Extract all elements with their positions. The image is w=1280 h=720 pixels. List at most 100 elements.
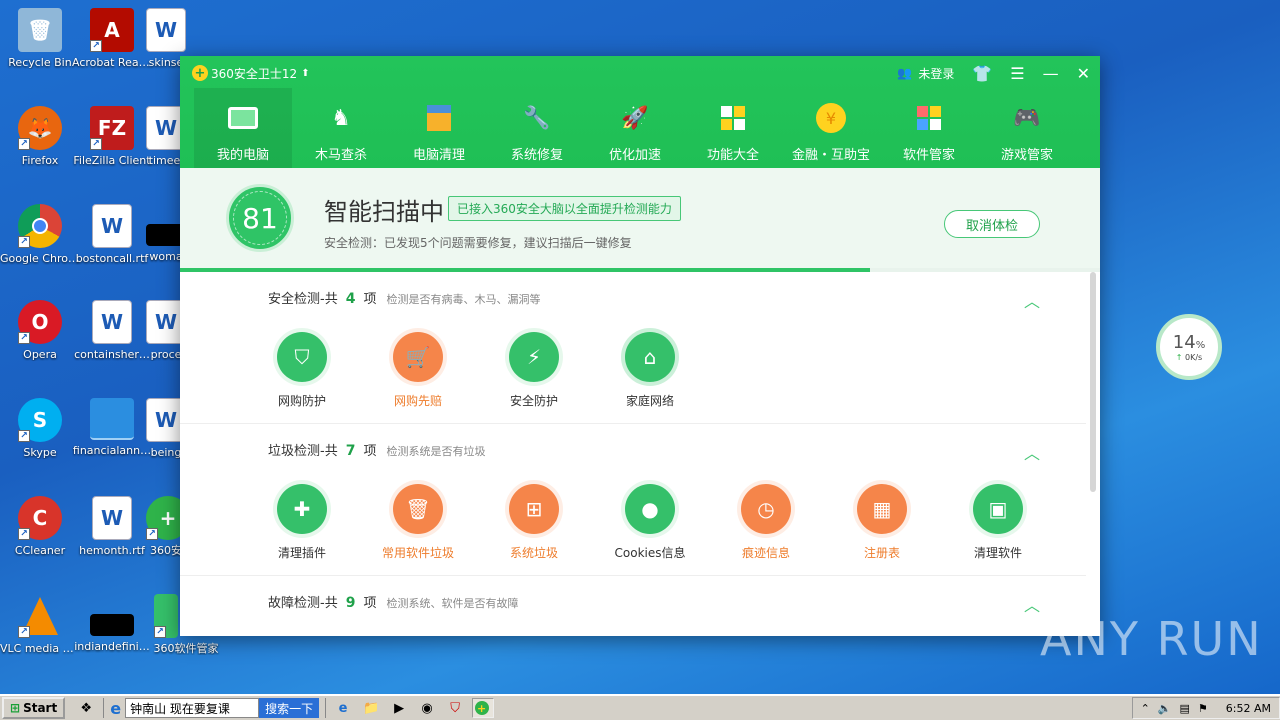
filezilla-icon: FZ ↗ [90, 106, 134, 150]
ie-icon[interactable]: e [110, 699, 121, 718]
desktop-icon-opera[interactable]: O ↗ Opera [0, 300, 80, 361]
check-item-registry[interactable]: ▦ 注册表 [824, 484, 940, 561]
check-item-software-junk[interactable]: 🗑 常用软件垃圾 [360, 484, 476, 561]
desktop-icon-skype[interactable]: S ↗ Skype [0, 398, 80, 459]
nav-system-repair[interactable]: 🔧 系统修复 [488, 88, 586, 168]
upgrade-arrow-icon[interactable]: ⬆ [301, 68, 309, 79]
check-item-label: 网购先赔 [393, 394, 442, 408]
taskbar-divider [103, 698, 105, 718]
nav-features[interactable]: 功能大全 [684, 88, 782, 168]
scan-tag: 已接入360安全大脑以全面提升检测能力 [448, 196, 681, 221]
desktop-icon-indiandefini[interactable]: indiandefini… [72, 594, 152, 653]
speaker-icon[interactable]: 🔈 [1158, 702, 1172, 715]
nav-label: 金融・互助宝 [791, 148, 870, 163]
desktop-icon-ccleaner[interactable]: C ↗ CCleaner [0, 496, 80, 557]
start-button[interactable]: ⊞ Start [2, 697, 66, 719]
desktop-icon-label: Opera [23, 348, 57, 361]
nav-label: 我的电脑 [216, 148, 269, 163]
check-item-label: 痕迹信息 [741, 546, 790, 560]
menu-icon[interactable]: ☰ [1010, 64, 1024, 83]
wrench-icon: 🔧 [523, 105, 551, 131]
rocket-icon: 🚀 [621, 105, 649, 131]
section-desc: 检测是否有病毒、木马、漏洞等 [386, 293, 541, 306]
computer-icon [227, 102, 259, 134]
speed-ball-widget[interactable]: 14% ↑ 0K/s [1156, 314, 1222, 380]
desktop-icon-vlc[interactable]: ↗ VLC media player [0, 594, 80, 655]
desktop-icon-recycle-bin[interactable]: 🗑 Recycle Bin [0, 8, 80, 69]
media-player-icon[interactable]: ▶ [388, 698, 410, 718]
clock[interactable]: 6:52 AM [1226, 702, 1271, 715]
check-item-traces[interactable]: ◷ 痕迹信息 [708, 484, 824, 561]
check-item-home-network[interactable]: ⌂ 家庭网络 [592, 332, 708, 409]
app-header: + 360安全卫士12 ⬆ 👥 未登录 👕 ☰ — ✕ 我的电脑 ♞ 木马查杀 [180, 56, 1100, 168]
desktop-icon-chrome[interactable]: ↗ Google Chrome [0, 204, 80, 265]
nav-label: 电脑清理 [412, 148, 465, 163]
desktop-icon-containsher[interactable]: W containsher… [72, 300, 152, 361]
nav-speedup[interactable]: 🚀 优化加速 [586, 88, 684, 168]
scrollbar[interactable] [1090, 272, 1096, 492]
speed-percent: 14 [1172, 332, 1196, 353]
check-item-cookies[interactable]: ● Cookies信息 [592, 484, 708, 561]
skin-shirt-icon[interactable]: 👕 [972, 64, 992, 83]
minimize-icon[interactable]: — [1043, 64, 1059, 83]
black-file-icon [90, 614, 134, 636]
title-bar: + 360安全卫士12 ⬆ 👥 未登录 👕 ☰ — ✕ [192, 62, 1090, 84]
ccleaner-icon: C ↗ [18, 496, 62, 540]
nav-cleanup[interactable]: 电脑清理 [390, 88, 488, 168]
desktop-icon-label: Recycle Bin [8, 56, 72, 69]
check-item-security-protect[interactable]: ⚡ 安全防护 [476, 332, 592, 409]
desktop-icon-label: VLC media player [0, 642, 80, 655]
desktop-icon-firefox[interactable]: 🦊 ↗ Firefox [0, 106, 80, 167]
section-count: 7 [345, 443, 356, 459]
desktop-icon-filezilla[interactable]: FZ ↗ FileZilla Client [72, 106, 152, 167]
check-item-plugins[interactable]: ✚ 清理插件 [244, 484, 360, 561]
nav-finance[interactable]: ¥ 金融・互助宝 [782, 88, 880, 168]
app-window: + 360安全卫士12 ⬆ 👥 未登录 👕 ☰ — ✕ 我的电脑 ♞ 木马查杀 [180, 56, 1100, 636]
section-count: 4 [345, 291, 356, 307]
desktop-icon-hemonth[interactable]: W hemonth.rtf [72, 496, 152, 557]
nav-game-manager[interactable]: 🎮 游戏管家 [978, 88, 1076, 168]
close-icon[interactable]: ✕ [1077, 64, 1090, 83]
chevron-up-icon[interactable]: ︿ [1024, 288, 1040, 312]
speed-percent-unit: % [1195, 340, 1206, 351]
taskbar-search: e 钟南山 现在要复课 搜索一下 [110, 698, 320, 718]
section-unit: 项 [363, 596, 377, 611]
avatar-icon[interactable]: 👥 [897, 66, 912, 80]
cancel-scan-button[interactable]: 取消体检 [944, 210, 1040, 238]
nav-label: 游戏管家 [1000, 148, 1053, 163]
scan-header: 81 智能扫描中 已接入360安全大脑以全面提升检测能力 安全检测：已发现5个问… [180, 168, 1100, 272]
folder-icon[interactable]: 📁 [360, 698, 382, 718]
nav-software-manager[interactable]: 软件管家 [880, 88, 978, 168]
check-item-system-junk[interactable]: ⊞ 系统垃圾 [476, 484, 592, 561]
check-item-clean-software[interactable]: ▣ 清理软件 [940, 484, 1056, 561]
desktop-icon-label: containsher… [74, 348, 150, 361]
360-taskbar-icon[interactable]: + [472, 698, 495, 718]
network-icon[interactable]: ▤ [1180, 702, 1190, 715]
check-item-label: 常用软件垃圾 [381, 546, 454, 560]
clock-icon: ◷ [741, 484, 791, 534]
desktop-icon-label: indiandefini… [74, 640, 150, 653]
search-input[interactable]: 钟南山 现在要复课 [125, 698, 260, 718]
registry-icon: ▦ [857, 484, 907, 534]
desktop-icon-label: FileZilla Client [73, 154, 151, 167]
quicklaunch-apps-icon[interactable]: ❖ [75, 698, 97, 718]
horse-icon: ♞ [331, 105, 351, 131]
login-link[interactable]: 未登录 [918, 65, 954, 82]
flag-icon[interactable]: ⚑ [1198, 702, 1208, 715]
desktop-icon-acrobat[interactable]: A↗ Acrobat Reader DC [72, 8, 152, 69]
search-button[interactable]: 搜索一下 [259, 698, 320, 718]
nav-my-computer[interactable]: 我的电脑 [194, 88, 292, 168]
chrome-taskbar-icon[interactable]: ◉ [416, 698, 438, 718]
check-item-shopping-protect[interactable]: ⛉ 网购防护 [244, 332, 360, 409]
shield-red-icon[interactable]: ⛉ [444, 698, 466, 718]
desktop-icon-financialann[interactable]: financialann… [72, 398, 152, 457]
check-item-shopping-compensation[interactable]: 🛒 网购先赔 [360, 332, 476, 409]
chevron-up-icon[interactable]: ︿ [1024, 440, 1040, 464]
ie-taskbar-icon[interactable]: e [332, 698, 354, 718]
tray-expand-icon[interactable]: ⌃ [1141, 702, 1150, 715]
section-unit: 项 [363, 444, 377, 459]
chevron-up-icon[interactable]: ︿ [1024, 592, 1040, 616]
desktop-icon-bostoncall[interactable]: W bostoncall.rtf [72, 204, 152, 265]
nav-trojan-scan[interactable]: ♞ 木马查杀 [292, 88, 390, 168]
scan-subtitle: 安全检测：已发现5个问题需要修复，建议扫描后一键修复 [324, 236, 632, 250]
